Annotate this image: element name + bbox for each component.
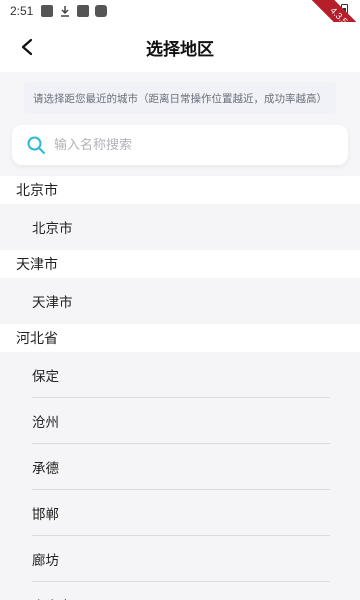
notification-icon [41, 5, 54, 17]
city-item[interactable]: 承德 [0, 444, 360, 490]
status-bar: 2:51 4.3.5 [0, 0, 360, 53]
city-item[interactable]: 秦皇岛 [0, 582, 360, 600]
notice-banner: 请选择距您最近的城市（距离日常操作位置越近，成功率越高） [24, 82, 336, 114]
search-box[interactable] [12, 125, 348, 165]
app-icon [95, 5, 108, 17]
province-header: 北京市 [0, 176, 360, 204]
search-input[interactable] [54, 137, 324, 153]
city-item[interactable]: 邯郸 [0, 490, 360, 536]
search-icon [27, 136, 45, 154]
chevron-left-icon [21, 38, 33, 56]
city-item[interactable]: 天津市 [0, 278, 360, 324]
back-button[interactable] [14, 34, 40, 60]
city-item[interactable]: 沧州 [0, 398, 360, 444]
city-item[interactable]: 廊坊 [0, 536, 360, 582]
image-icon [77, 5, 90, 17]
province-header: 河北省 [0, 324, 360, 352]
city-item[interactable]: 北京市 [0, 204, 360, 250]
page-title: 选择地区 [146, 39, 214, 60]
city-item[interactable]: 保定 [0, 352, 360, 398]
province-header: 天津市 [0, 250, 360, 278]
download-icon [59, 5, 71, 17]
app-header: 选择地区 [0, 22, 360, 72]
status-time: 2:51 [10, 4, 34, 18]
region-list: 北京市 北京市 天津市 天津市 河北省 保定 沧州 承德 邯郸 廊坊 秦皇岛 [0, 176, 360, 600]
